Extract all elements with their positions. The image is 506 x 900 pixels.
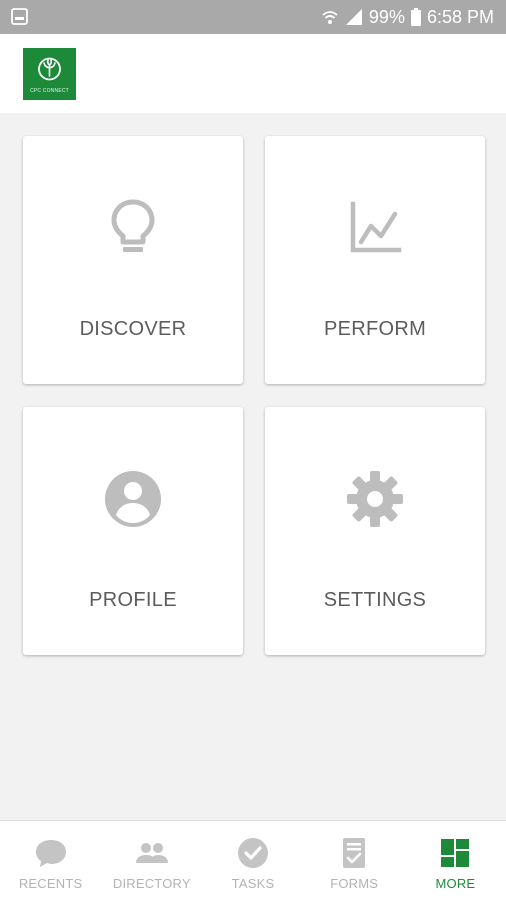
signal-icon: [345, 9, 362, 25]
dashboard-grid-icon: [441, 839, 470, 867]
bottom-navigation: RECENTS DIRECTORY TASKS FORMS MORE: [0, 820, 506, 900]
nav-label-directory: DIRECTORY: [112, 876, 191, 891]
wifi-icon: [322, 11, 338, 24]
logo-text: CPC CONNECT: [30, 88, 69, 94]
nav-item-recents[interactable]: RECENTS: [0, 821, 101, 900]
nav-label-forms: FORMS: [330, 876, 379, 891]
nav-label-more: MORE: [435, 876, 476, 891]
profile-label: PROFILE: [89, 589, 177, 611]
nav-item-directory[interactable]: DIRECTORY: [101, 821, 202, 900]
perform-label: PERFORM: [323, 318, 427, 340]
nav-item-more[interactable]: MORE: [405, 821, 506, 900]
main-content: DISCOVER PERFORM PROFILE SETTINGS: [0, 113, 506, 820]
settings-tile[interactable]: SETTINGS: [265, 407, 485, 655]
people-icon: [135, 843, 168, 863]
nav-label-tasks: TASKS: [231, 876, 275, 891]
nav-label-recents: RECENTS: [18, 876, 83, 891]
profile-tile[interactable]: PROFILE: [23, 407, 243, 655]
form-document-icon: [343, 838, 366, 868]
logo-mark-icon: [38, 57, 61, 81]
check-circle-icon: [238, 838, 268, 868]
settings-label: SETTINGS: [323, 589, 427, 611]
status-time: 6:58 PM: [426, 6, 494, 27]
screenshot-icon: [11, 8, 28, 25]
discover-label: DISCOVER: [79, 318, 187, 340]
account-circle-icon: [105, 471, 161, 527]
app-header: CPC CONNECT: [0, 34, 506, 113]
perform-tile[interactable]: PERFORM: [265, 136, 485, 384]
status-bar: 99% 6:58 PM: [0, 0, 506, 34]
discover-tile[interactable]: DISCOVER: [23, 136, 243, 384]
chat-bubble-icon: [35, 840, 66, 867]
battery-percent: 99%: [368, 6, 405, 27]
lightbulb-icon: [111, 199, 155, 252]
chart-line-icon: [350, 201, 402, 253]
battery-icon: [410, 8, 421, 26]
app-logo[interactable]: CPC CONNECT: [23, 48, 76, 100]
gear-icon: [347, 471, 403, 527]
nav-item-forms[interactable]: FORMS: [304, 821, 405, 900]
nav-item-tasks[interactable]: TASKS: [202, 821, 303, 900]
